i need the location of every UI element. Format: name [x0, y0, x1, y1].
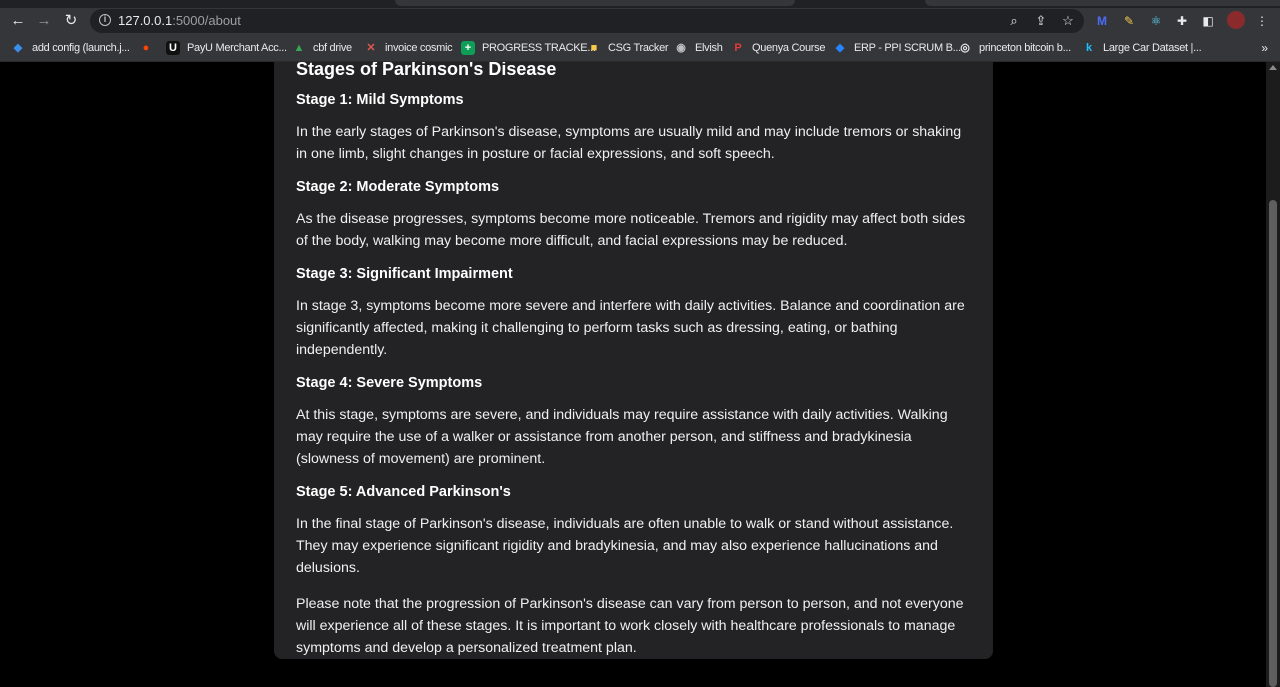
browser-tab[interactable] — [395, 0, 795, 6]
bookmark-label: princeton bitcoin b... — [979, 41, 1071, 54]
princeton-icon: ◎ — [960, 41, 970, 54]
bookmark-csg-tracker[interactable]: ■ CSG Tracker — [587, 34, 669, 61]
bookmark-elvish[interactable]: ◉ Elvish — [674, 34, 723, 61]
back-icon[interactable]: ← — [9, 12, 27, 30]
url-text[interactable]: 127.0.0.1:5000/about — [118, 13, 241, 28]
bookmark-label: invoice cosmic — [385, 41, 453, 54]
bookmark-cbf-drive[interactable]: ▲ cbf drive — [292, 34, 353, 61]
closing-note: Please note that the progression of Park… — [296, 596, 964, 656]
stage-1-text: In the early stages of Parkinson's disea… — [296, 124, 962, 162]
bookmark-label: cbf drive — [313, 41, 352, 54]
page-title: Stages of Parkinson's Disease — [296, 62, 557, 79]
reddit-icon: ● — [142, 41, 150, 54]
reload-icon[interactable]: ↻ — [62, 12, 80, 30]
kaggle-icon: k — [1085, 41, 1093, 54]
bookmark-label: PROGRESS TRACKE... — [482, 41, 596, 54]
jira-icon: ◆ — [835, 41, 845, 54]
folder-icon: ■ — [590, 41, 598, 54]
bookmark-label: Elvish — [695, 41, 723, 54]
url-path: :5000/about — [172, 13, 241, 28]
quenya-icon: P — [734, 41, 742, 54]
bookmark-progress-tracker[interactable]: + PROGRESS TRACKE... — [461, 34, 596, 61]
stage-2-heading: Stage 2: Moderate Symptoms — [296, 179, 500, 195]
site-info-icon[interactable]: i — [99, 14, 111, 26]
browser-tab[interactable] — [925, 0, 1280, 6]
bookmark-payu[interactable]: U PayU Merchant Acc... — [166, 34, 287, 61]
page-viewport: Stages of Parkinson's Disease Stage 1: M… — [0, 62, 1280, 687]
vscode-icon: ◆ — [13, 41, 23, 54]
google-drive-icon: ▲ — [293, 41, 305, 54]
elvish-icon: ◉ — [676, 41, 686, 54]
scroll-up-arrow-icon[interactable] — [1269, 65, 1277, 70]
bookmark-invoice-cosmic[interactable]: ✕ invoice cosmic — [364, 34, 452, 61]
react-devtools-icon[interactable]: ⚛ — [1148, 13, 1164, 29]
bookmark-label: Large Car Dataset |... — [1103, 41, 1202, 54]
page-scrollbar[interactable] — [1266, 62, 1280, 687]
side-panel-icon[interactable]: ◧ — [1200, 13, 1216, 29]
content-card: Stages of Parkinson's Disease Stage 1: M… — [274, 62, 993, 659]
invoice-icon: ✕ — [366, 41, 376, 54]
url-host: 127.0.0.1 — [118, 13, 173, 28]
scrollbar-thumb[interactable] — [1269, 200, 1277, 687]
extension-pencil-icon[interactable]: ✎ — [1121, 13, 1137, 29]
bookmark-quenya-course[interactable]: P Quenya Course — [731, 34, 825, 61]
bookmark-star-icon[interactable]: ☆ — [1060, 13, 1076, 29]
bookmark-label: add config (launch.j... — [32, 41, 130, 54]
stage-5-text: In the final stage of Parkinson's diseas… — [296, 516, 954, 576]
browser-toolbar: ← → ↻ i 127.0.0.1:5000/about ⌕ ⇪ ☆ M ✎ ⚛… — [0, 8, 1280, 34]
zoom-search-icon[interactable]: ⌕ — [1006, 13, 1022, 29]
bookmark-reddit[interactable]: ● — [139, 34, 153, 61]
payu-icon: U — [166, 40, 180, 55]
stage-3-text: In stage 3, symptoms become more severe … — [296, 298, 965, 358]
more-bookmarks-icon[interactable]: » — [1261, 41, 1268, 55]
bookmark-label: PayU Merchant Acc... — [187, 41, 287, 54]
forward-icon[interactable]: → — [35, 12, 53, 30]
profile-avatar[interactable] — [1227, 11, 1245, 29]
stage-1-heading: Stage 1: Mild Symptoms — [296, 92, 464, 108]
stage-3-heading: Stage 3: Significant Impairment — [296, 266, 513, 282]
sheets-icon: + — [461, 40, 475, 55]
stage-2-text: As the disease progresses, symptoms beco… — [296, 211, 966, 249]
bookmark-erp-scrum[interactable]: ◆ ERP - PPI SCRUM B... — [833, 34, 961, 61]
tab-strip — [0, 0, 1280, 8]
bookmark-princeton-bitcoin[interactable]: ◎ princeton bitcoin b... — [958, 34, 1071, 61]
menu-kebab-icon[interactable]: ⋮ — [1254, 13, 1270, 29]
bookmark-add-config[interactable]: ◆ add config (launch.j... — [11, 34, 130, 61]
extension-m-icon[interactable]: M — [1094, 13, 1110, 29]
bookmark-label: ERP - PPI SCRUM B... — [854, 41, 961, 54]
extensions-puzzle-icon[interactable]: ✚ — [1174, 13, 1190, 29]
stage-5-heading: Stage 5: Advanced Parkinson's — [296, 484, 511, 500]
bookmark-label: CSG Tracker — [608, 41, 669, 54]
stage-4-heading: Stage 4: Severe Symptoms — [296, 375, 483, 391]
card-content: Stages of Parkinson's Disease Stage 1: M… — [296, 62, 976, 659]
stage-4-text: At this stage, symptoms are severe, and … — [296, 407, 948, 467]
bookmark-large-car-dataset[interactable]: k Large Car Dataset |... — [1082, 34, 1202, 61]
bookmark-label: Quenya Course — [752, 41, 826, 54]
share-icon[interactable]: ⇪ — [1033, 13, 1049, 29]
address-bar[interactable]: i 127.0.0.1:5000/about ⌕ ⇪ ☆ — [90, 9, 1084, 33]
bookmarks-bar: ◆ add config (launch.j... ● U PayU Merch… — [0, 34, 1280, 62]
